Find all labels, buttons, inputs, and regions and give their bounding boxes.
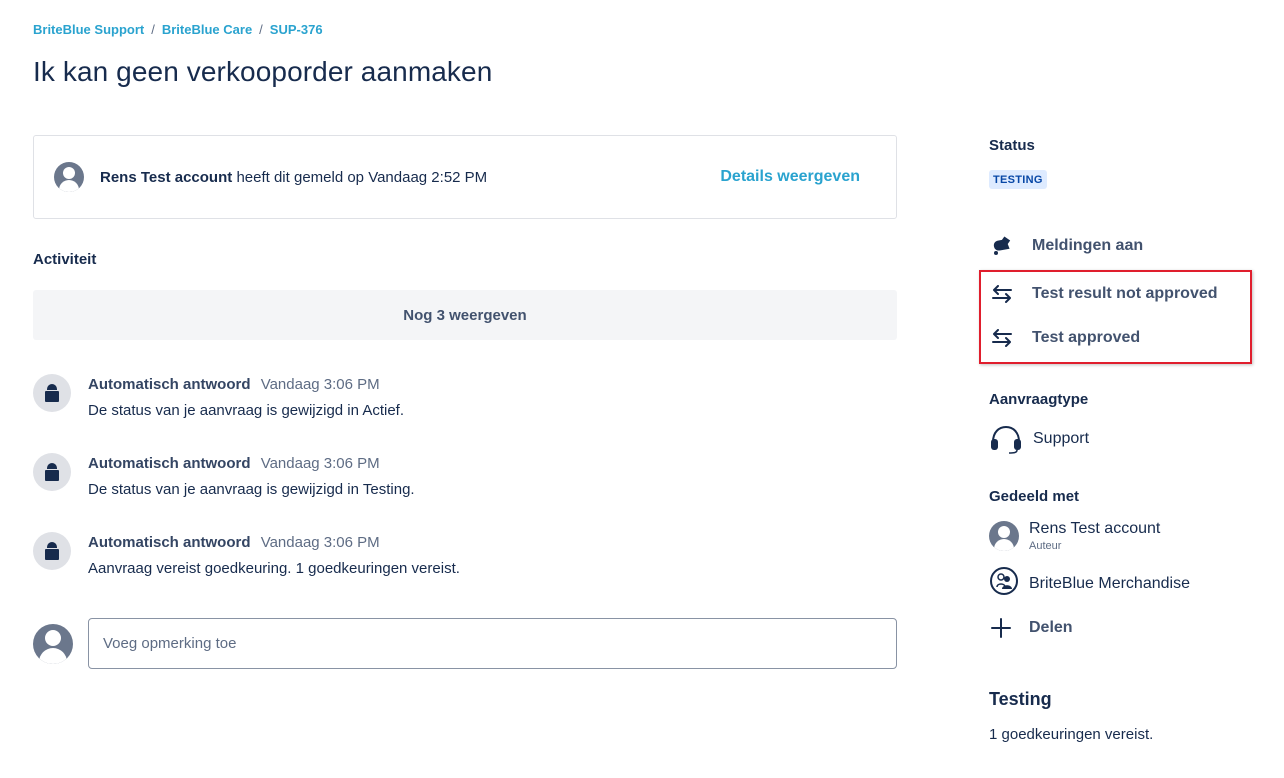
activity-author: Automatisch antwoord — [88, 534, 251, 551]
approval-description: 1 goedkeuringen vereist. — [989, 726, 1154, 743]
reporter-summary: Rens Test account heeft dit gemeld op Va… — [100, 169, 720, 186]
breadcrumb-item-briteblue-care[interactable]: BriteBlue Care — [162, 22, 252, 37]
breadcrumb-separator: / — [259, 22, 263, 37]
shared-organization-name: BriteBlue Merchandise — [1029, 574, 1190, 592]
approval-title: Testing — [989, 689, 1052, 709]
page-title: Ik kan geen verkooporder aanmaken — [33, 56, 493, 87]
activity-time: Vandaag 3:06 PM — [260, 455, 380, 472]
user-avatar-icon — [989, 521, 1019, 551]
status-label: Status — [989, 137, 1035, 154]
show-more-button[interactable]: Nog 3 weergeven — [33, 290, 897, 340]
shared-with-label: Gedeeld met — [989, 488, 1080, 505]
details-link[interactable]: Details weergeven — [720, 168, 860, 186]
activity-body: De status van je aanvraag is gewijzigd i… — [88, 402, 405, 419]
transition-label: Test approved — [1032, 329, 1141, 346]
activity-item: Automatisch antwoord Vandaag 3:06 PM De … — [33, 374, 897, 419]
activity-item: Automatisch antwoord Vandaag 3:06 PM Aan… — [33, 532, 897, 577]
shared-user-name: Rens Test account — [1029, 520, 1161, 537]
status-badge: TESTING — [989, 170, 1047, 189]
breadcrumb-item-issue-key[interactable]: SUP-376 — [270, 22, 323, 37]
bot-avatar-icon — [33, 453, 71, 491]
plus-icon — [989, 616, 1013, 640]
activity-body: Aanvraag vereist goedkeuring. 1 goedkeur… — [88, 560, 460, 577]
activity-time: Vandaag 3:06 PM — [260, 376, 380, 393]
shared-user: Rens Test account Auteur — [989, 520, 1160, 552]
transition-test-approved[interactable]: Test approved — [989, 327, 1140, 349]
bell-icon — [989, 235, 1015, 257]
user-avatar-icon — [33, 623, 73, 664]
notifications-label: Meldingen aan — [1032, 237, 1144, 254]
user-avatar-icon — [54, 162, 84, 192]
activity-author: Automatisch antwoord — [88, 376, 251, 393]
request-type: Support — [989, 424, 1089, 454]
comment-input[interactable] — [88, 618, 897, 669]
transition-test-result-not-approved[interactable]: Test result not approved — [989, 283, 1218, 305]
shared-user-role: Auteur — [1029, 540, 1062, 552]
activity-body: De status van je aanvraag is gewijzigd i… — [88, 481, 415, 498]
bot-avatar-icon — [33, 532, 71, 570]
comment-row — [33, 618, 897, 669]
transition-arrows-icon — [989, 327, 1015, 349]
share-button[interactable]: Delen — [989, 616, 1073, 640]
organization-icon — [989, 566, 1019, 601]
breadcrumb: BriteBlue Support / BriteBlue Care / SUP… — [33, 22, 323, 37]
request-type-value: Support — [1033, 430, 1090, 447]
breadcrumb-separator: / — [151, 22, 155, 37]
transition-label: Test result not approved — [1032, 285, 1218, 302]
shared-organization: BriteBlue Merchandise — [989, 566, 1190, 601]
reporter-name: Rens Test account — [100, 168, 233, 186]
transition-arrows-icon — [989, 283, 1015, 305]
reporter-card: Rens Test account heeft dit gemeld op Va… — [33, 135, 897, 219]
bot-avatar-icon — [33, 374, 71, 412]
headset-icon — [989, 424, 1023, 454]
reporter-text: heeft dit gemeld op Vandaag 2:52 PM — [236, 168, 488, 186]
notifications-toggle[interactable]: Meldingen aan — [989, 235, 1143, 257]
activity-time: Vandaag 3:06 PM — [260, 534, 380, 551]
request-type-label: Aanvraagtype — [989, 391, 1089, 408]
share-label: Delen — [1029, 619, 1073, 636]
activity-title: Activiteit — [33, 251, 97, 268]
activity-author: Automatisch antwoord — [88, 455, 251, 472]
breadcrumb-item-briteblue-support[interactable]: BriteBlue Support — [33, 22, 144, 37]
activity-item: Automatisch antwoord Vandaag 3:06 PM De … — [33, 453, 897, 498]
